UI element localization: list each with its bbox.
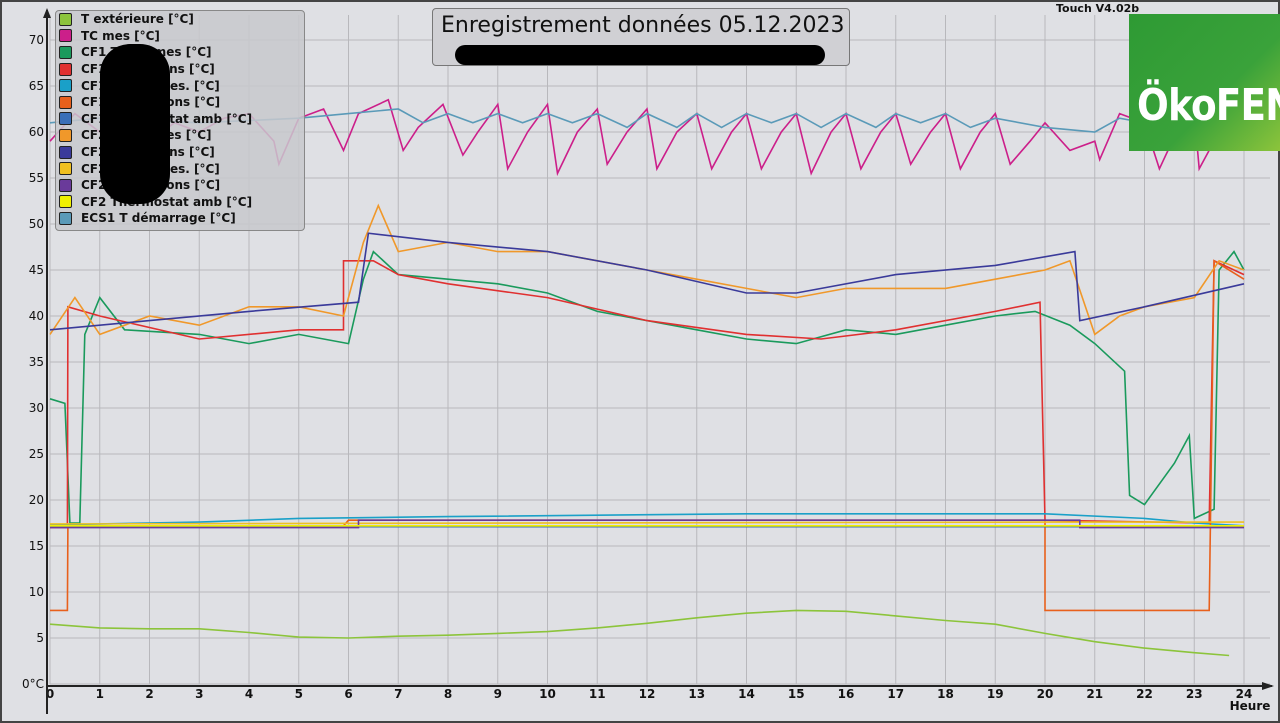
x-tick-label: 5	[295, 687, 303, 701]
legend-swatch	[59, 62, 72, 76]
legend-item: CF2 Thermostat amb [°C]	[56, 194, 304, 211]
x-tick-label: 8	[444, 687, 452, 701]
x-tick-label: 10	[539, 687, 556, 701]
legend-label: T extérieure [°C]	[81, 12, 194, 27]
x-tick-label: 9	[494, 687, 502, 701]
legend-swatch	[59, 79, 72, 93]
y-tick-label: 40	[29, 309, 44, 323]
legend-swatch	[59, 178, 72, 192]
legend-swatch	[59, 12, 72, 26]
x-tick-label: 7	[394, 687, 402, 701]
legend-swatch	[59, 145, 72, 159]
legend-item: CF2 T Amb mes. [°C]	[56, 160, 304, 177]
x-tick-label: 3	[195, 687, 203, 701]
legend-label: TC mes [°C]	[81, 28, 160, 43]
legend-item: CF2 T Dep cons [°C]	[56, 144, 304, 161]
version-label: Touch V4.02b	[1056, 2, 1140, 15]
y-tick-label: 25	[29, 447, 44, 461]
y-tick-label: 35	[29, 355, 44, 369]
x-tick-label: 23	[1186, 687, 1203, 701]
x-tick-label: 6	[344, 687, 352, 701]
y-tick-label: 15	[29, 539, 44, 553]
legend-swatch	[59, 112, 72, 126]
legend-swatch	[59, 162, 72, 176]
y-tick-label: 65	[29, 79, 44, 93]
y-tick-label: 55	[29, 171, 44, 185]
legend-swatch	[59, 45, 72, 59]
y-tick-label: 70	[29, 33, 44, 47]
legend-item: CF2 T Amb Cons [°C]	[56, 177, 304, 194]
legend-item: CF1 T Amb mes. [°C]	[56, 77, 304, 94]
y-tick-label: 10	[29, 585, 44, 599]
x-tick-label: 21	[1086, 687, 1103, 701]
y-tick-label: 0°C	[22, 677, 44, 691]
x-tick-label: 16	[838, 687, 855, 701]
x-tick-label: 18	[937, 687, 954, 701]
y-tick-label: 45	[29, 263, 44, 277]
y-tick-label: 20	[29, 493, 44, 507]
redaction	[100, 44, 170, 204]
x-tick-label: 19	[987, 687, 1004, 701]
x-tick-label: 22	[1136, 687, 1153, 701]
x-tick-label: 1	[96, 687, 104, 701]
okofen-logo: ÖkoFEN	[1129, 14, 1280, 151]
legend-swatch	[59, 95, 72, 109]
x-tick-label: 2	[145, 687, 153, 701]
legend-item: T extérieure [°C]	[56, 11, 304, 28]
legend-item: CF1 T Dep cons [°C]	[56, 61, 304, 78]
chart-title-box: Enregistrement données 05.12.2023	[432, 8, 850, 66]
y-tick-label: 30	[29, 401, 44, 415]
legend-item: TC mes [°C]	[56, 28, 304, 45]
x-tick-label: 4	[245, 687, 253, 701]
legend-label: CF2 Thermostat amb [°C]	[81, 194, 253, 209]
x-tick-label: 14	[738, 687, 755, 701]
legend-item: ECS1 T démarrage [°C]	[56, 210, 304, 227]
redaction	[455, 45, 825, 65]
legend-item: CF2 T Dep mes [°C]	[56, 127, 304, 144]
y-tick-label: 60	[29, 125, 44, 139]
legend-item: CF1 T Amb Cons [°C]	[56, 94, 304, 111]
y-tick-label: 5	[36, 631, 44, 645]
legend-label: ECS1 T démarrage [°C]	[81, 211, 236, 226]
x-tick-label: 20	[1037, 687, 1054, 701]
x-tick-label: 12	[639, 687, 656, 701]
x-axis-label: Heure	[1230, 699, 1271, 713]
x-tick-label: 17	[887, 687, 904, 701]
legend: T extérieure [°C]TC mes [°C]CF1 T Dep me…	[55, 10, 305, 231]
x-tick-label: 11	[589, 687, 606, 701]
legend-swatch	[59, 29, 72, 43]
chart-title: Enregistrement données 05.12.2023	[441, 13, 845, 38]
x-tick-label: 13	[688, 687, 705, 701]
legend-swatch	[59, 211, 72, 225]
legend-swatch	[59, 195, 72, 209]
legend-item: CF1 Thermostat amb [°C]	[56, 111, 304, 128]
legend-item: CF1 T Dep mes [°C]	[56, 44, 304, 61]
x-tick-label: 15	[788, 687, 805, 701]
y-tick-label: 50	[29, 217, 44, 231]
legend-swatch	[59, 128, 72, 142]
